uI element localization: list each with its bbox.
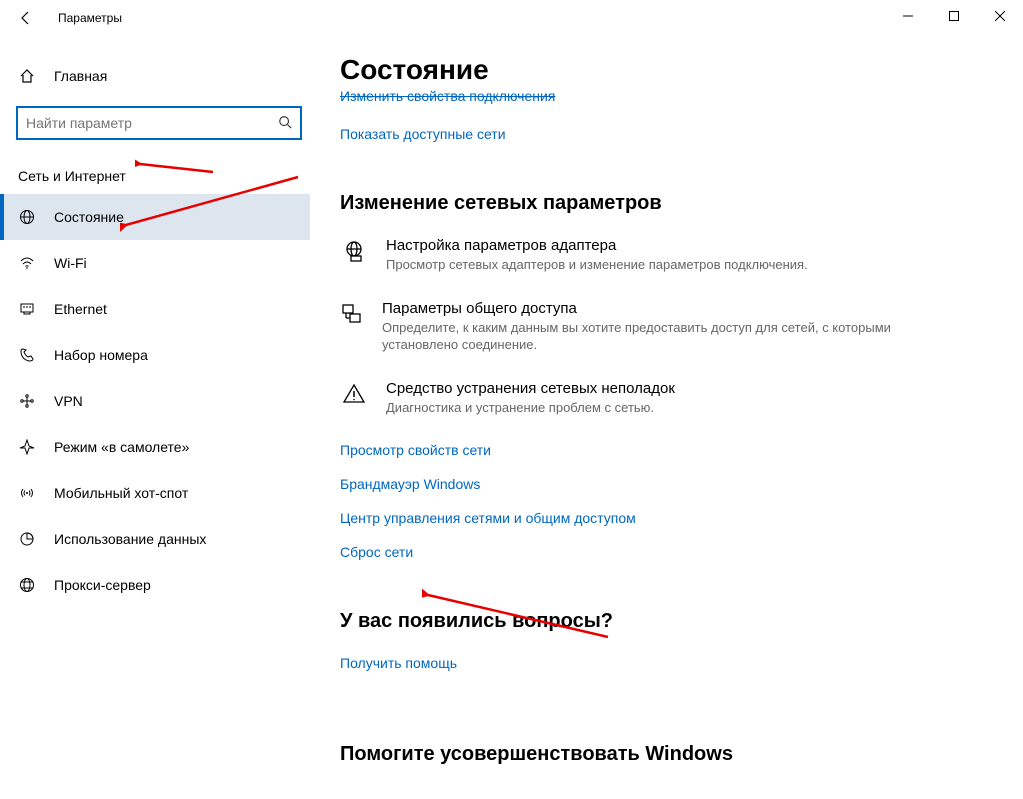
- sidebar-item-status[interactable]: Состояние: [0, 194, 310, 240]
- adapter-icon: [340, 237, 368, 274]
- sidebar-item-label: Прокси-сервер: [54, 577, 151, 593]
- search-box[interactable]: [16, 106, 302, 140]
- close-button[interactable]: [977, 0, 1023, 32]
- get-help-link[interactable]: Получить помощь: [340, 655, 457, 671]
- sidebar-item-datausage[interactable]: Использование данных: [0, 516, 310, 562]
- airplane-icon: [18, 439, 36, 455]
- sharing-icon: [340, 300, 364, 354]
- ethernet-icon: [18, 301, 36, 317]
- home-nav[interactable]: Главная: [0, 56, 310, 96]
- link-network-reset[interactable]: Сброс сети: [340, 544, 413, 560]
- sidebar-item-hotspot[interactable]: Мобильный хот-спот: [0, 470, 310, 516]
- questions-heading: У вас появились вопросы?: [340, 610, 993, 633]
- globe-icon: [18, 209, 36, 225]
- sidebar-item-proxy[interactable]: Прокси-сервер: [0, 562, 310, 608]
- minimize-button[interactable]: [885, 0, 931, 32]
- hotspot-icon: [18, 485, 36, 501]
- window-controls: [885, 0, 1023, 32]
- search-input[interactable]: [26, 115, 278, 131]
- sidebar-item-vpn[interactable]: VPN: [0, 378, 310, 424]
- improve-heading: Помогите усовершенствовать Windows: [340, 743, 993, 766]
- content-area: Состояние Изменить свойства подключения …: [310, 36, 1023, 799]
- sidebar-item-label: Режим «в самолете»: [54, 439, 189, 455]
- vpn-icon: [18, 393, 36, 409]
- sidebar-item-label: Мобильный хот-спот: [54, 485, 188, 501]
- sidebar-item-label: Wi-Fi: [54, 255, 87, 271]
- option-desc: Определите, к каким данным вы хотите пре…: [382, 319, 940, 354]
- change-settings-heading: Изменение сетевых параметров: [340, 192, 993, 215]
- data-icon: [18, 531, 36, 547]
- link-network-center[interactable]: Центр управления сетями и общим доступом: [340, 510, 636, 526]
- sidebar-item-label: VPN: [54, 393, 83, 409]
- page-heading: Состояние: [340, 54, 993, 86]
- maximize-button[interactable]: [931, 0, 977, 32]
- sidebar-item-dialup[interactable]: Набор номера: [0, 332, 310, 378]
- option-title: Средство устранения сетевых неполадок: [386, 380, 675, 397]
- link-firewall[interactable]: Брандмауэр Windows: [340, 476, 480, 492]
- back-button[interactable]: [8, 0, 44, 36]
- sidebar-item-wifi[interactable]: Wi-Fi: [0, 240, 310, 286]
- warning-icon: [340, 380, 368, 417]
- window-title: Параметры: [58, 11, 122, 25]
- link-network-properties[interactable]: Просмотр свойств сети: [340, 442, 491, 458]
- show-networks-link[interactable]: Показать доступные сети: [340, 126, 506, 142]
- sidebar-item-label: Ethernet: [54, 301, 107, 317]
- home-icon: [18, 68, 36, 84]
- sidebar: Главная Сеть и Интернет Состояние Wi-Fi …: [0, 36, 310, 799]
- phone-icon: [18, 347, 36, 363]
- sidebar-item-label: Использование данных: [54, 531, 206, 547]
- home-label: Главная: [54, 68, 107, 84]
- sidebar-section: Сеть и Интернет: [0, 150, 310, 194]
- option-desc: Просмотр сетевых адаптеров и изменение п…: [386, 256, 808, 274]
- sidebar-item-ethernet[interactable]: Ethernet: [0, 286, 310, 332]
- wifi-icon: [18, 255, 36, 271]
- sidebar-item-label: Состояние: [54, 209, 124, 225]
- truncated-link[interactable]: Изменить свойства подключения: [340, 88, 555, 104]
- sidebar-item-airplane[interactable]: Режим «в самолете»: [0, 424, 310, 470]
- option-adapter[interactable]: Настройка параметров адаптера Просмотр с…: [340, 237, 940, 274]
- proxy-icon: [18, 577, 36, 593]
- option-title: Настройка параметров адаптера: [386, 237, 808, 254]
- option-sharing[interactable]: Параметры общего доступа Определите, к к…: [340, 300, 940, 354]
- option-title: Параметры общего доступа: [382, 300, 940, 317]
- option-troubleshoot[interactable]: Средство устранения сетевых неполадок Ди…: [340, 380, 940, 417]
- option-desc: Диагностика и устранение проблем с сетью…: [386, 399, 675, 417]
- sidebar-item-label: Набор номера: [54, 347, 148, 363]
- search-icon: [278, 115, 292, 132]
- titlebar: Параметры: [0, 0, 1023, 36]
